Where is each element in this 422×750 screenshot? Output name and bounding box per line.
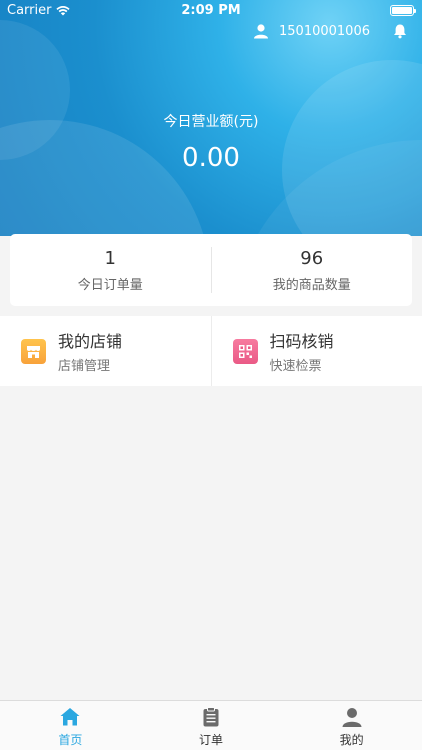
menu-item-my-store[interactable]: 我的店铺 店铺管理 [0,316,211,386]
person-icon [342,708,362,727]
menu-subtitle: 店铺管理 [58,359,111,374]
bell-icon[interactable] [392,23,408,39]
tab-mine[interactable]: 我的 [281,701,422,750]
status-bar: Carrier 2:09 PM [0,0,422,22]
clock: 2:09 PM [181,3,241,18]
header-banner: Carrier 2:09 PM 15010001006 今日营业额(元) 0.0… [0,0,422,236]
battery-icon [390,5,416,16]
user-bar: 15010001006 [253,23,408,39]
tab-label: 首页 [58,733,83,747]
revenue-label: 今日营业额(元) [163,114,259,130]
stat-label: 我的商品数量 [272,277,351,293]
function-menu: 我的店铺 店铺管理 扫码核销 快速检票 [0,316,422,386]
tab-home[interactable]: 首页 [0,701,141,750]
stat-today-orders[interactable]: 1 今日订单量 [10,248,211,293]
tab-orders[interactable]: 订单 [141,701,282,750]
tab-label: 我的 [339,733,364,747]
tab-label: 订单 [199,733,224,747]
revenue-value: 0.00 [182,143,240,173]
user-icon[interactable] [253,23,269,39]
stat-value: 96 [300,247,324,269]
stats-card: 1 今日订单量 96 我的商品数量 [10,234,412,306]
menu-subtitle: 快速检票 [269,359,322,374]
username-label[interactable]: 15010001006 [279,24,370,39]
stat-value: 1 [104,247,116,269]
menu-title: 我的店铺 [58,332,123,351]
stat-label: 今日订单量 [77,277,143,293]
stat-product-count[interactable]: 96 我的商品数量 [212,248,413,293]
clipboard-icon [203,707,219,727]
tab-bar: 首页 订单 我的 [0,700,422,750]
store-icon [21,338,46,364]
menu-item-scan-verify[interactable]: 扫码核销 快速检票 [212,316,422,386]
home-icon [60,708,80,726]
menu-title: 扫码核销 [269,332,334,351]
scan-icon [232,338,258,364]
